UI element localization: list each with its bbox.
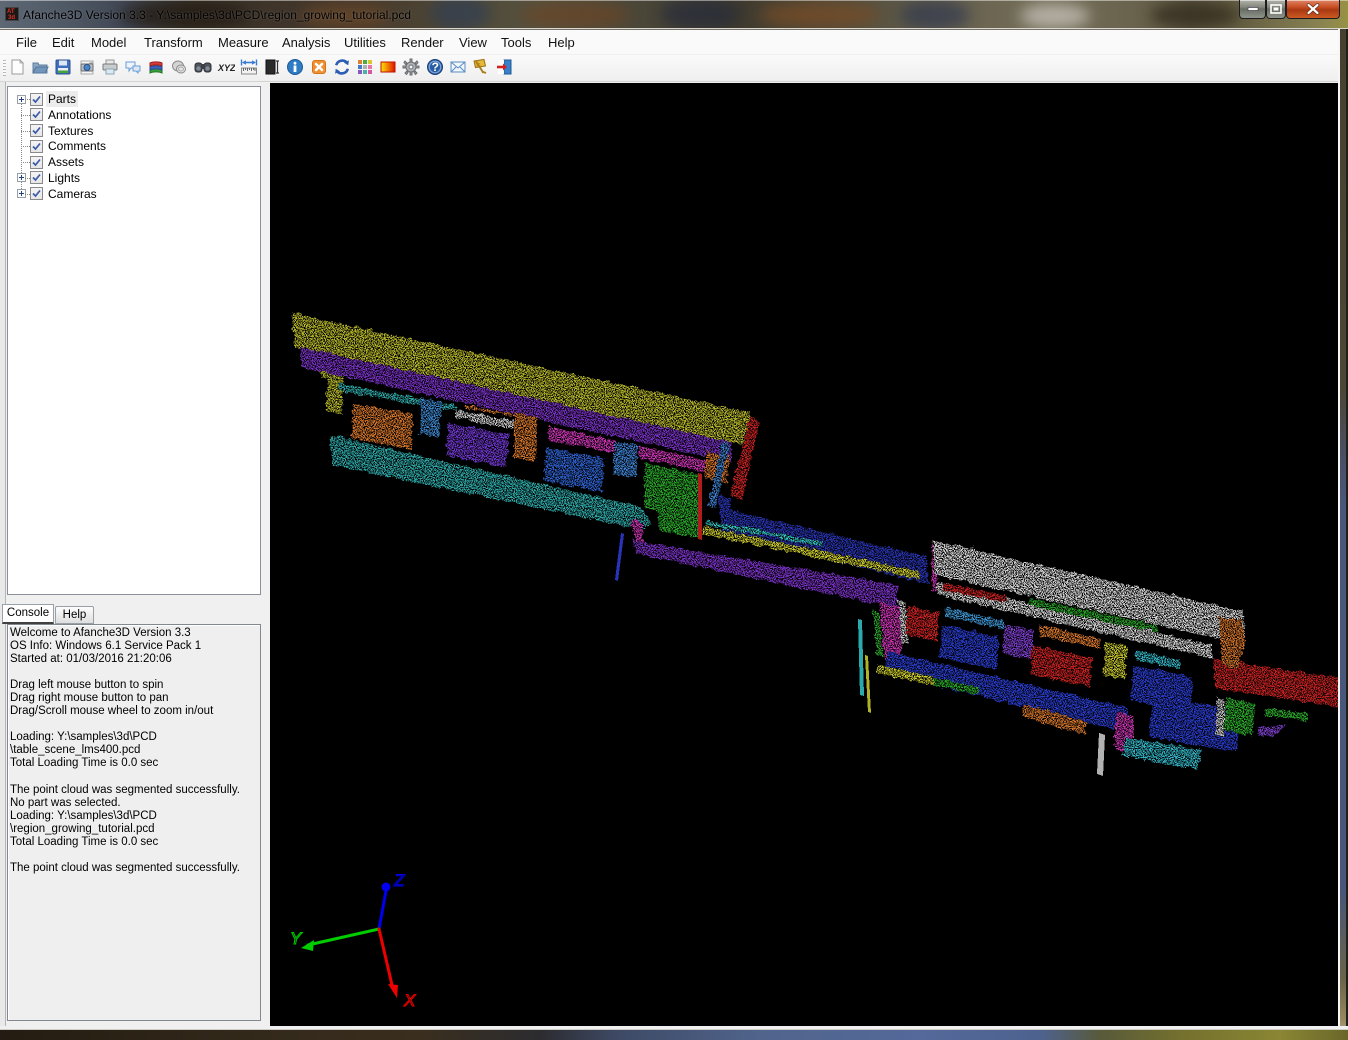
svg-text:Z: Z: [393, 871, 405, 890]
svg-text:?: ?: [432, 60, 439, 74]
svg-text:Y: Y: [290, 929, 303, 948]
svg-text:XYZ: XYZ: [217, 63, 235, 73]
svg-text:X: X: [403, 991, 416, 1010]
